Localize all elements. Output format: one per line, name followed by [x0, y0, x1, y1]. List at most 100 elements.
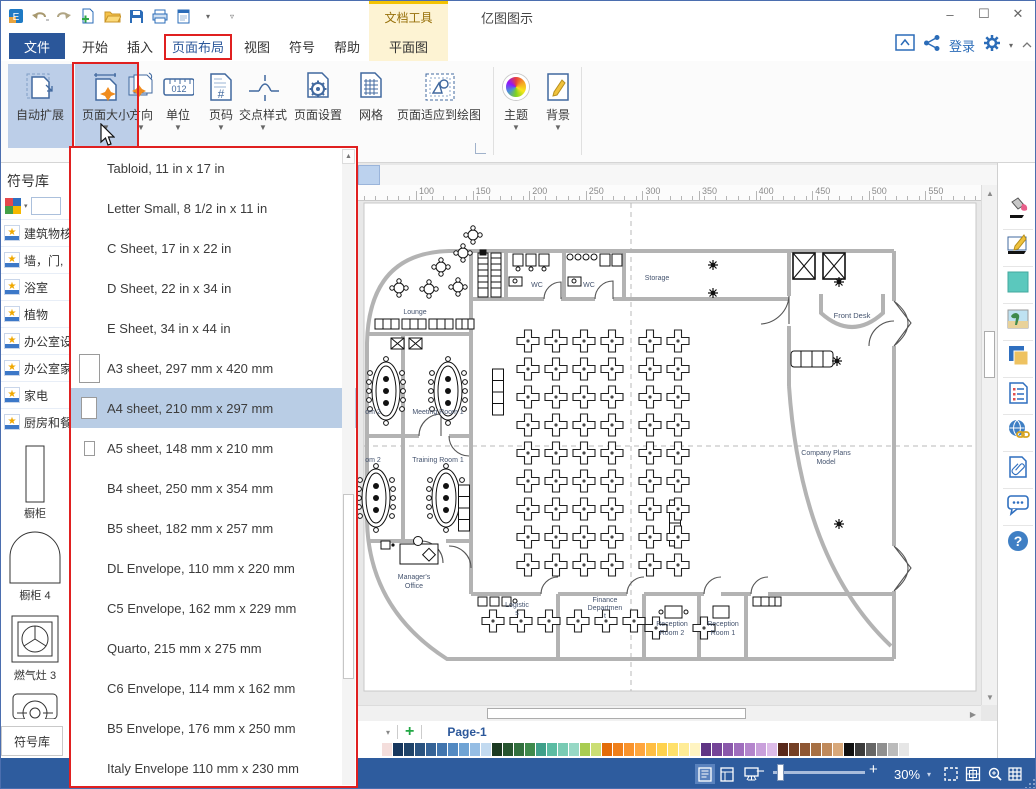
color-swatch[interactable] [613, 743, 623, 756]
comment-icon[interactable] [1006, 492, 1030, 516]
symbol-library-bottom-tab[interactable]: 符号库 [1, 726, 63, 756]
print-preview-icon[interactable] [175, 7, 193, 25]
tab-symbols[interactable]: 符号 [283, 31, 321, 61]
color-swatch[interactable] [481, 743, 491, 756]
color-swatch[interactable] [415, 743, 425, 756]
layers-icon[interactable] [1006, 344, 1030, 368]
color-swatch[interactable] [668, 743, 678, 756]
dialog-launcher-icon[interactable] [475, 143, 486, 154]
attachment-icon[interactable] [1006, 455, 1030, 479]
symbol-category-item[interactable]: ★ 办公室设 [1, 327, 69, 354]
outline-list-icon[interactable] [1006, 381, 1030, 405]
color-swatch[interactable] [646, 743, 656, 756]
shape-item-cabinet-4[interactable]: 橱柜 4 [1, 527, 69, 603]
fill-format-icon[interactable] [1006, 196, 1030, 220]
color-swatch[interactable] [877, 743, 887, 756]
page-size-option[interactable]: Quarto, 215 mm x 275 mm [71, 628, 356, 668]
intersection-style-dropdown-arrow[interactable]: ▼ [237, 123, 289, 133]
color-swatch[interactable] [833, 743, 843, 756]
add-page-button[interactable]: + [405, 723, 414, 741]
new-file-icon[interactable] [79, 7, 97, 25]
grid-button[interactable]: 网格 [351, 64, 391, 148]
theme-button[interactable]: 主题 ▼ [497, 64, 535, 148]
menu-scroll-thumb[interactable] [343, 494, 354, 679]
symbol-category-item[interactable]: ★ 家电 [1, 381, 69, 408]
open-folder-icon[interactable] [103, 7, 121, 25]
page-size-option[interactable]: C6 Envelope, 114 mm x 162 mm [71, 668, 356, 708]
horizontal-scroll-thumb[interactable] [487, 708, 746, 719]
color-swatch[interactable] [811, 743, 821, 756]
menu-scroll-up-arrow[interactable]: ▲ [342, 149, 355, 164]
zoom-area-icon[interactable] [985, 764, 1005, 784]
scroll-down-arrow[interactable]: ▼ [982, 689, 998, 705]
color-swatch[interactable] [866, 743, 876, 756]
color-swatch[interactable] [844, 743, 854, 756]
color-swatch[interactable] [734, 743, 744, 756]
intersection-style-button[interactable]: 交点样式 ▼ [237, 64, 289, 148]
settings-dropdown-arrow-icon[interactable]: ▾ [1009, 41, 1013, 50]
page-size-option[interactable]: D Sheet, 22 in x 34 in [71, 268, 356, 308]
color-swatch[interactable] [800, 743, 810, 756]
tab-floor-plan[interactable]: 平面图 [369, 31, 448, 61]
tab-page-layout[interactable]: 页面布局 [166, 31, 230, 61]
page-size-option[interactable]: C5 Envelope, 162 mm x 229 mm [71, 588, 356, 628]
color-swatch[interactable] [899, 743, 909, 756]
page-size-option[interactable]: E Sheet, 34 in x 44 in [71, 308, 356, 348]
color-swatch[interactable] [393, 743, 403, 756]
color-swatch[interactable] [745, 743, 755, 756]
maximize-button[interactable]: ☐ [967, 1, 1001, 27]
symbol-category-item[interactable]: ★ 建筑物核 [1, 219, 69, 246]
units-dropdown-arrow[interactable]: ▼ [158, 123, 198, 133]
zoom-out-button[interactable]: − [756, 763, 765, 780]
menu-scrollbar[interactable]: ▲ [342, 149, 355, 785]
color-swatch[interactable] [580, 743, 590, 756]
page-size-option[interactable]: B5 Envelope, 176 mm x 250 mm [71, 708, 356, 748]
zoom-slider-knob[interactable] [777, 764, 784, 781]
color-swatch[interactable] [426, 743, 436, 756]
help-icon[interactable]: ? [1006, 529, 1030, 553]
color-swatch[interactable] [503, 743, 513, 756]
color-swatch[interactable] [536, 743, 546, 756]
page-list-dropdown-icon[interactable]: ▾ [386, 728, 390, 737]
pan-zoom-window-icon[interactable] [963, 764, 983, 784]
view-page-icon[interactable] [717, 764, 737, 784]
close-button[interactable]: ✕ [1001, 1, 1035, 27]
zoom-level-value[interactable]: 30% [894, 767, 920, 782]
zoom-dropdown-arrow[interactable]: ▾ [927, 770, 931, 779]
color-swatch[interactable] [624, 743, 634, 756]
theme-dropdown-arrow[interactable]: ▼ [497, 123, 535, 133]
zoom-slider-track[interactable] [773, 771, 865, 774]
redo-icon[interactable] [55, 7, 73, 25]
horizontal-scrollbar[interactable]: ▶ [358, 705, 981, 722]
page-size-option[interactable]: Letter Small, 8 1/2 in x 11 in [71, 188, 356, 228]
orientation-dropdown-arrow[interactable]: ▼ [121, 123, 161, 133]
page-setup-button[interactable]: 页面设置 [291, 64, 345, 148]
customize-toolbar-icon[interactable]: ▿ [223, 7, 241, 25]
color-swatch[interactable] [778, 743, 788, 756]
color-swatch[interactable] [514, 743, 524, 756]
floor-plan-drawing[interactable]: Lounge WC WC Storage Front Desk om 2 Mee… [358, 201, 981, 705]
color-swatch[interactable] [756, 743, 766, 756]
vertical-scrollbar[interactable]: ▲ ▼ [981, 185, 998, 705]
fit-page-to-drawing-button[interactable]: 页面适应到绘图 [393, 64, 485, 148]
file-menu-button[interactable]: 文件 [9, 33, 65, 59]
color-swatch[interactable] [382, 743, 392, 756]
app-logo-icon[interactable]: E [7, 7, 25, 25]
color-swatch[interactable] [701, 743, 711, 756]
save-icon[interactable] [127, 7, 145, 25]
grid-toggle-icon[interactable] [1005, 764, 1025, 784]
symbol-category-item[interactable]: ★ 厨房和餐 [1, 408, 69, 435]
symbol-category-item[interactable]: ★ 办公室家 [1, 354, 69, 381]
scroll-right-arrow[interactable]: ▶ [965, 706, 981, 722]
color-swatch[interactable] [712, 743, 722, 756]
tab-help[interactable]: 帮助 [328, 31, 366, 61]
toolbar-dropdown-arrow-icon[interactable]: ▾ [199, 7, 217, 25]
page-size-option[interactable]: Italy Envelope 110 mm x 230 mm [71, 748, 356, 788]
color-swatch[interactable] [635, 743, 645, 756]
color-swatch[interactable] [855, 743, 865, 756]
symbol-search-input[interactable] [30, 197, 61, 215]
scroll-up-arrow[interactable]: ▲ [982, 185, 998, 201]
tab-insert[interactable]: 插入 [121, 31, 159, 61]
hyperlink-icon[interactable] [1006, 418, 1030, 442]
page-size-option[interactable]: B5 sheet, 182 mm x 257 mm [71, 508, 356, 548]
